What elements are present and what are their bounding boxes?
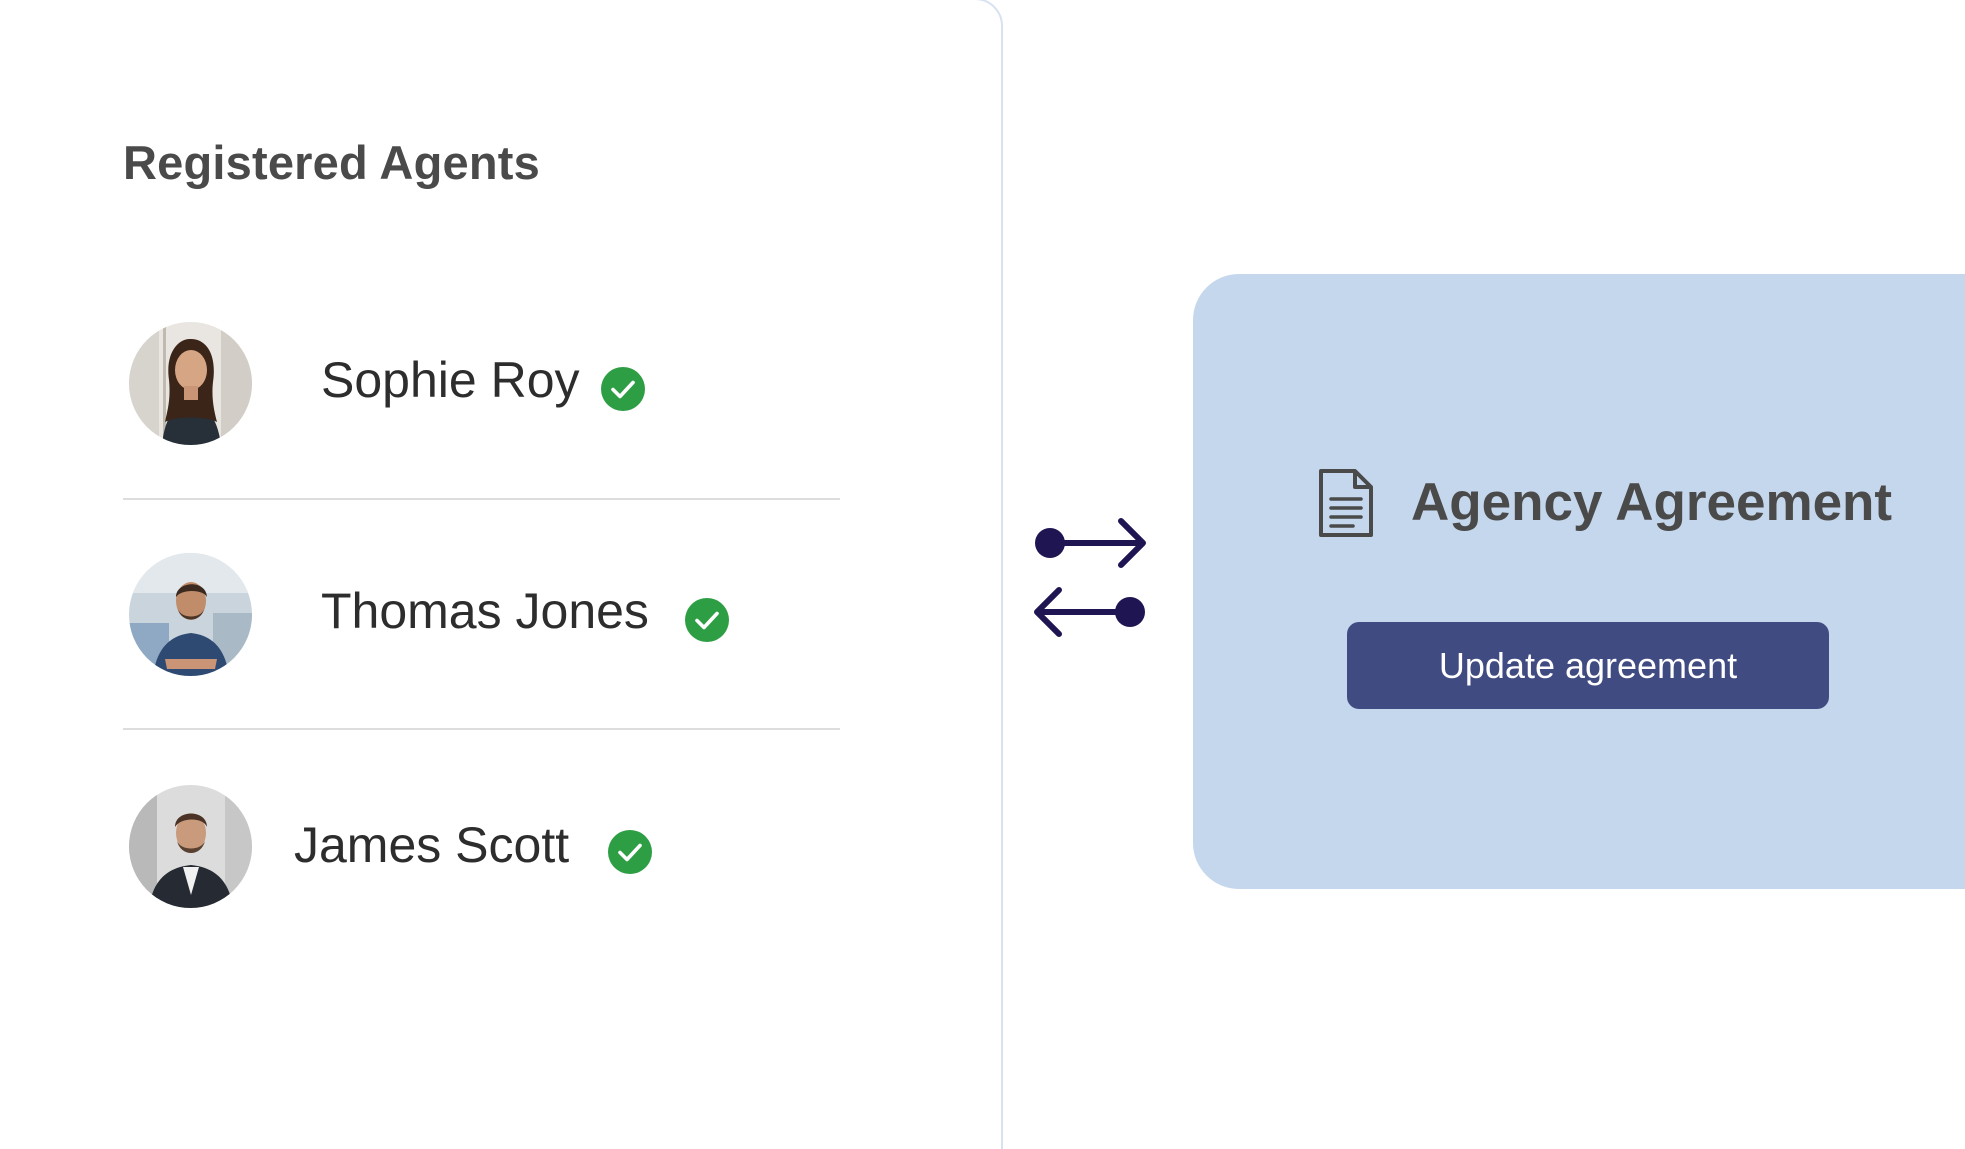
agent-avatar (129, 322, 252, 445)
agent-name: James Scott (294, 817, 570, 873)
check-circle-icon (608, 830, 652, 874)
agent-avatar (129, 785, 252, 908)
registered-agents-title: Registered Agents (123, 136, 540, 189)
swap-arrows-icon (1030, 515, 1150, 640)
check-circle-icon (601, 367, 645, 411)
page: Registered Agents Sophie Roy Thomas Jone… (0, 0, 1965, 1149)
agent-name: Sophie Roy (321, 352, 580, 408)
check-circle-icon (685, 598, 729, 642)
agent-row-sophie-roy[interactable]: Sophie Roy (123, 268, 840, 500)
agent-row-james-scott[interactable]: James Scott (123, 730, 840, 960)
registered-agents-card: Registered Agents Sophie Roy Thomas Jone… (0, 0, 1003, 1149)
update-agreement-button[interactable]: Update agreement (1347, 622, 1829, 709)
agent-name: Thomas Jones (321, 583, 649, 639)
document-icon (1317, 467, 1375, 539)
agreement-title: Agency Agreement (1411, 473, 1893, 532)
agent-row-thomas-jones[interactable]: Thomas Jones (123, 498, 840, 730)
agent-avatar (129, 553, 252, 676)
agency-agreement-panel: Agency Agreement Update agreement (1193, 274, 1965, 889)
